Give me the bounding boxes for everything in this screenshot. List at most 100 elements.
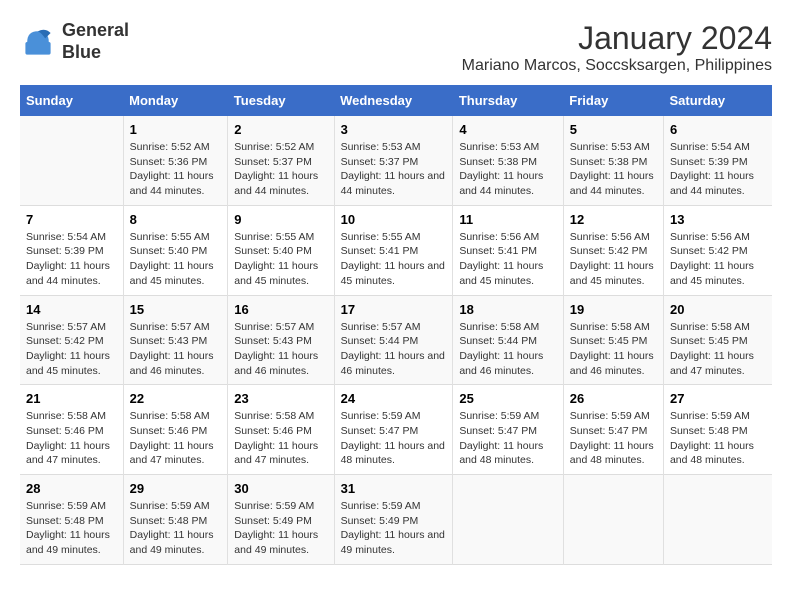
day-info: Sunrise: 5:59 AMSunset: 5:49 PMDaylight:… [234, 499, 327, 558]
day-info: Sunrise: 5:58 AMSunset: 5:44 PMDaylight:… [459, 320, 556, 379]
day-info: Sunrise: 5:58 AMSunset: 5:46 PMDaylight:… [26, 409, 117, 468]
day-number: 17 [341, 302, 447, 317]
day-cell: 5 Sunrise: 5:53 AMSunset: 5:38 PMDaylight… [563, 116, 663, 205]
header-cell-thursday: Thursday [453, 85, 563, 116]
day-number: 4 [459, 122, 556, 137]
day-info: Sunrise: 5:55 AMSunset: 5:41 PMDaylight:… [341, 230, 447, 289]
day-number: 25 [459, 391, 556, 406]
day-cell: 7 Sunrise: 5:54 AMSunset: 5:39 PMDaylight… [20, 205, 123, 295]
day-cell: 17 Sunrise: 5:57 AMSunset: 5:44 PMDayligh… [334, 295, 453, 385]
day-number: 30 [234, 481, 327, 496]
calendar-subtitle: Mariano Marcos, Soccsksargen, Philippine… [462, 57, 772, 75]
day-cell [663, 475, 772, 565]
day-info: Sunrise: 5:58 AMSunset: 5:45 PMDaylight:… [670, 320, 766, 379]
day-cell: 14 Sunrise: 5:57 AMSunset: 5:42 PMDayligh… [20, 295, 123, 385]
day-info: Sunrise: 5:59 AMSunset: 5:47 PMDaylight:… [570, 409, 657, 468]
day-info: Sunrise: 5:56 AMSunset: 5:41 PMDaylight:… [459, 230, 556, 289]
day-cell: 13Sunrise: 5:56 AMSunset: 5:42 PMDayligh… [663, 205, 772, 295]
day-number: 22 [130, 391, 222, 406]
calendar-header: SundayMondayTuesdayWednesdayThursdayFrid… [20, 85, 772, 116]
day-cell: 27 Sunrise: 5:59 AMSunset: 5:48 PMDayligh… [663, 385, 772, 475]
header-cell-sunday: Sunday [20, 85, 123, 116]
day-cell: 25Sunrise: 5:59 AMSunset: 5:47 PMDayligh… [453, 385, 563, 475]
day-number: 13 [670, 212, 766, 227]
calendar-table: SundayMondayTuesdayWednesdayThursdayFrid… [20, 85, 772, 565]
week-row-3: 14 Sunrise: 5:57 AMSunset: 5:42 PMDayligh… [20, 295, 772, 385]
day-info: Sunrise: 5:59 AMSunset: 5:49 PMDaylight:… [341, 499, 447, 558]
day-cell: 31Sunrise: 5:59 AMSunset: 5:49 PMDayligh… [334, 475, 453, 565]
day-cell: 22 Sunrise: 5:58 AMSunset: 5:46 PMDayligh… [123, 385, 228, 475]
day-info: Sunrise: 5:56 AMSunset: 5:42 PMDaylight:… [570, 230, 657, 289]
day-number: 6 [670, 122, 766, 137]
day-cell [20, 116, 123, 205]
day-cell: 23 Sunrise: 5:58 AMSunset: 5:46 PMDayligh… [228, 385, 334, 475]
day-number: 19 [570, 302, 657, 317]
page-header: General Blue January 2024 Mariano Marcos… [20, 20, 772, 75]
day-cell: 29Sunrise: 5:59 AMSunset: 5:48 PMDayligh… [123, 475, 228, 565]
header-row: SundayMondayTuesdayWednesdayThursdayFrid… [20, 85, 772, 116]
day-cell: 15Sunrise: 5:57 AMSunset: 5:43 PMDayligh… [123, 295, 228, 385]
day-cell: 20 Sunrise: 5:58 AMSunset: 5:45 PMDayligh… [663, 295, 772, 385]
day-info: Sunrise: 5:58 AMSunset: 5:46 PMDaylight:… [234, 409, 327, 468]
week-row-5: 28 Sunrise: 5:59 AMSunset: 5:48 PMDayligh… [20, 475, 772, 565]
week-row-2: 7 Sunrise: 5:54 AMSunset: 5:39 PMDaylight… [20, 205, 772, 295]
day-cell: 12 Sunrise: 5:56 AMSunset: 5:42 PMDayligh… [563, 205, 663, 295]
calendar-body: 1Sunrise: 5:52 AMSunset: 5:36 PMDaylight… [20, 116, 772, 564]
day-number: 14 [26, 302, 117, 317]
day-cell: 2Sunrise: 5:52 AMSunset: 5:37 PMDaylight… [228, 116, 334, 205]
day-number: 7 [26, 212, 117, 227]
day-info: Sunrise: 5:59 AMSunset: 5:47 PMDaylight:… [341, 409, 447, 468]
day-cell [453, 475, 563, 565]
day-number: 10 [341, 212, 447, 227]
day-number: 23 [234, 391, 327, 406]
header-cell-monday: Monday [123, 85, 228, 116]
day-cell: 4 Sunrise: 5:53 AMSunset: 5:38 PMDaylight… [453, 116, 563, 205]
day-info: Sunrise: 5:59 AMSunset: 5:48 PMDaylight:… [26, 499, 117, 558]
logo-icon [20, 24, 56, 60]
day-info: Sunrise: 5:57 AMSunset: 5:43 PMDaylight:… [234, 320, 327, 379]
logo: General Blue [20, 20, 129, 63]
day-number: 18 [459, 302, 556, 317]
day-number: 29 [130, 481, 222, 496]
day-info: Sunrise: 5:54 AMSunset: 5:39 PMDaylight:… [26, 230, 117, 289]
title-block: January 2024 Mariano Marcos, Soccsksarge… [462, 20, 772, 75]
day-cell: 10 Sunrise: 5:55 AMSunset: 5:41 PMDayligh… [334, 205, 453, 295]
logo-text: General Blue [62, 20, 129, 63]
day-cell: 6Sunrise: 5:54 AMSunset: 5:39 PMDaylight… [663, 116, 772, 205]
week-row-4: 21 Sunrise: 5:58 AMSunset: 5:46 PMDayligh… [20, 385, 772, 475]
day-cell: 24 Sunrise: 5:59 AMSunset: 5:47 PMDayligh… [334, 385, 453, 475]
day-number: 27 [670, 391, 766, 406]
header-cell-tuesday: Tuesday [228, 85, 334, 116]
day-info: Sunrise: 5:59 AMSunset: 5:48 PMDaylight:… [670, 409, 766, 468]
day-number: 16 [234, 302, 327, 317]
day-number: 20 [670, 302, 766, 317]
day-number: 24 [341, 391, 447, 406]
day-number: 5 [570, 122, 657, 137]
day-number: 9 [234, 212, 327, 227]
day-info: Sunrise: 5:58 AMSunset: 5:46 PMDaylight:… [130, 409, 222, 468]
day-number: 28 [26, 481, 117, 496]
day-cell: 16 Sunrise: 5:57 AMSunset: 5:43 PMDayligh… [228, 295, 334, 385]
day-number: 8 [130, 212, 222, 227]
day-info: Sunrise: 5:53 AMSunset: 5:37 PMDaylight:… [341, 140, 447, 199]
day-number: 21 [26, 391, 117, 406]
day-cell: 11 Sunrise: 5:56 AMSunset: 5:41 PMDayligh… [453, 205, 563, 295]
day-info: Sunrise: 5:53 AMSunset: 5:38 PMDaylight:… [570, 140, 657, 199]
day-cell: 21 Sunrise: 5:58 AMSunset: 5:46 PMDayligh… [20, 385, 123, 475]
day-cell: 30 Sunrise: 5:59 AMSunset: 5:49 PMDayligh… [228, 475, 334, 565]
day-cell: 8Sunrise: 5:55 AMSunset: 5:40 PMDaylight… [123, 205, 228, 295]
day-cell: 26Sunrise: 5:59 AMSunset: 5:47 PMDayligh… [563, 385, 663, 475]
day-info: Sunrise: 5:58 AMSunset: 5:45 PMDaylight:… [570, 320, 657, 379]
day-cell: 18 Sunrise: 5:58 AMSunset: 5:44 PMDayligh… [453, 295, 563, 385]
day-number: 15 [130, 302, 222, 317]
day-info: Sunrise: 5:57 AMSunset: 5:42 PMDaylight:… [26, 320, 117, 379]
header-cell-wednesday: Wednesday [334, 85, 453, 116]
day-cell: 1Sunrise: 5:52 AMSunset: 5:36 PMDaylight… [123, 116, 228, 205]
day-cell: 9Sunrise: 5:55 AMSunset: 5:40 PMDaylight… [228, 205, 334, 295]
day-number: 12 [570, 212, 657, 227]
header-cell-friday: Friday [563, 85, 663, 116]
day-info: Sunrise: 5:53 AMSunset: 5:38 PMDaylight:… [459, 140, 556, 199]
calendar-title: January 2024 [462, 20, 772, 57]
day-number: 11 [459, 212, 556, 227]
day-info: Sunrise: 5:57 AMSunset: 5:44 PMDaylight:… [341, 320, 447, 379]
